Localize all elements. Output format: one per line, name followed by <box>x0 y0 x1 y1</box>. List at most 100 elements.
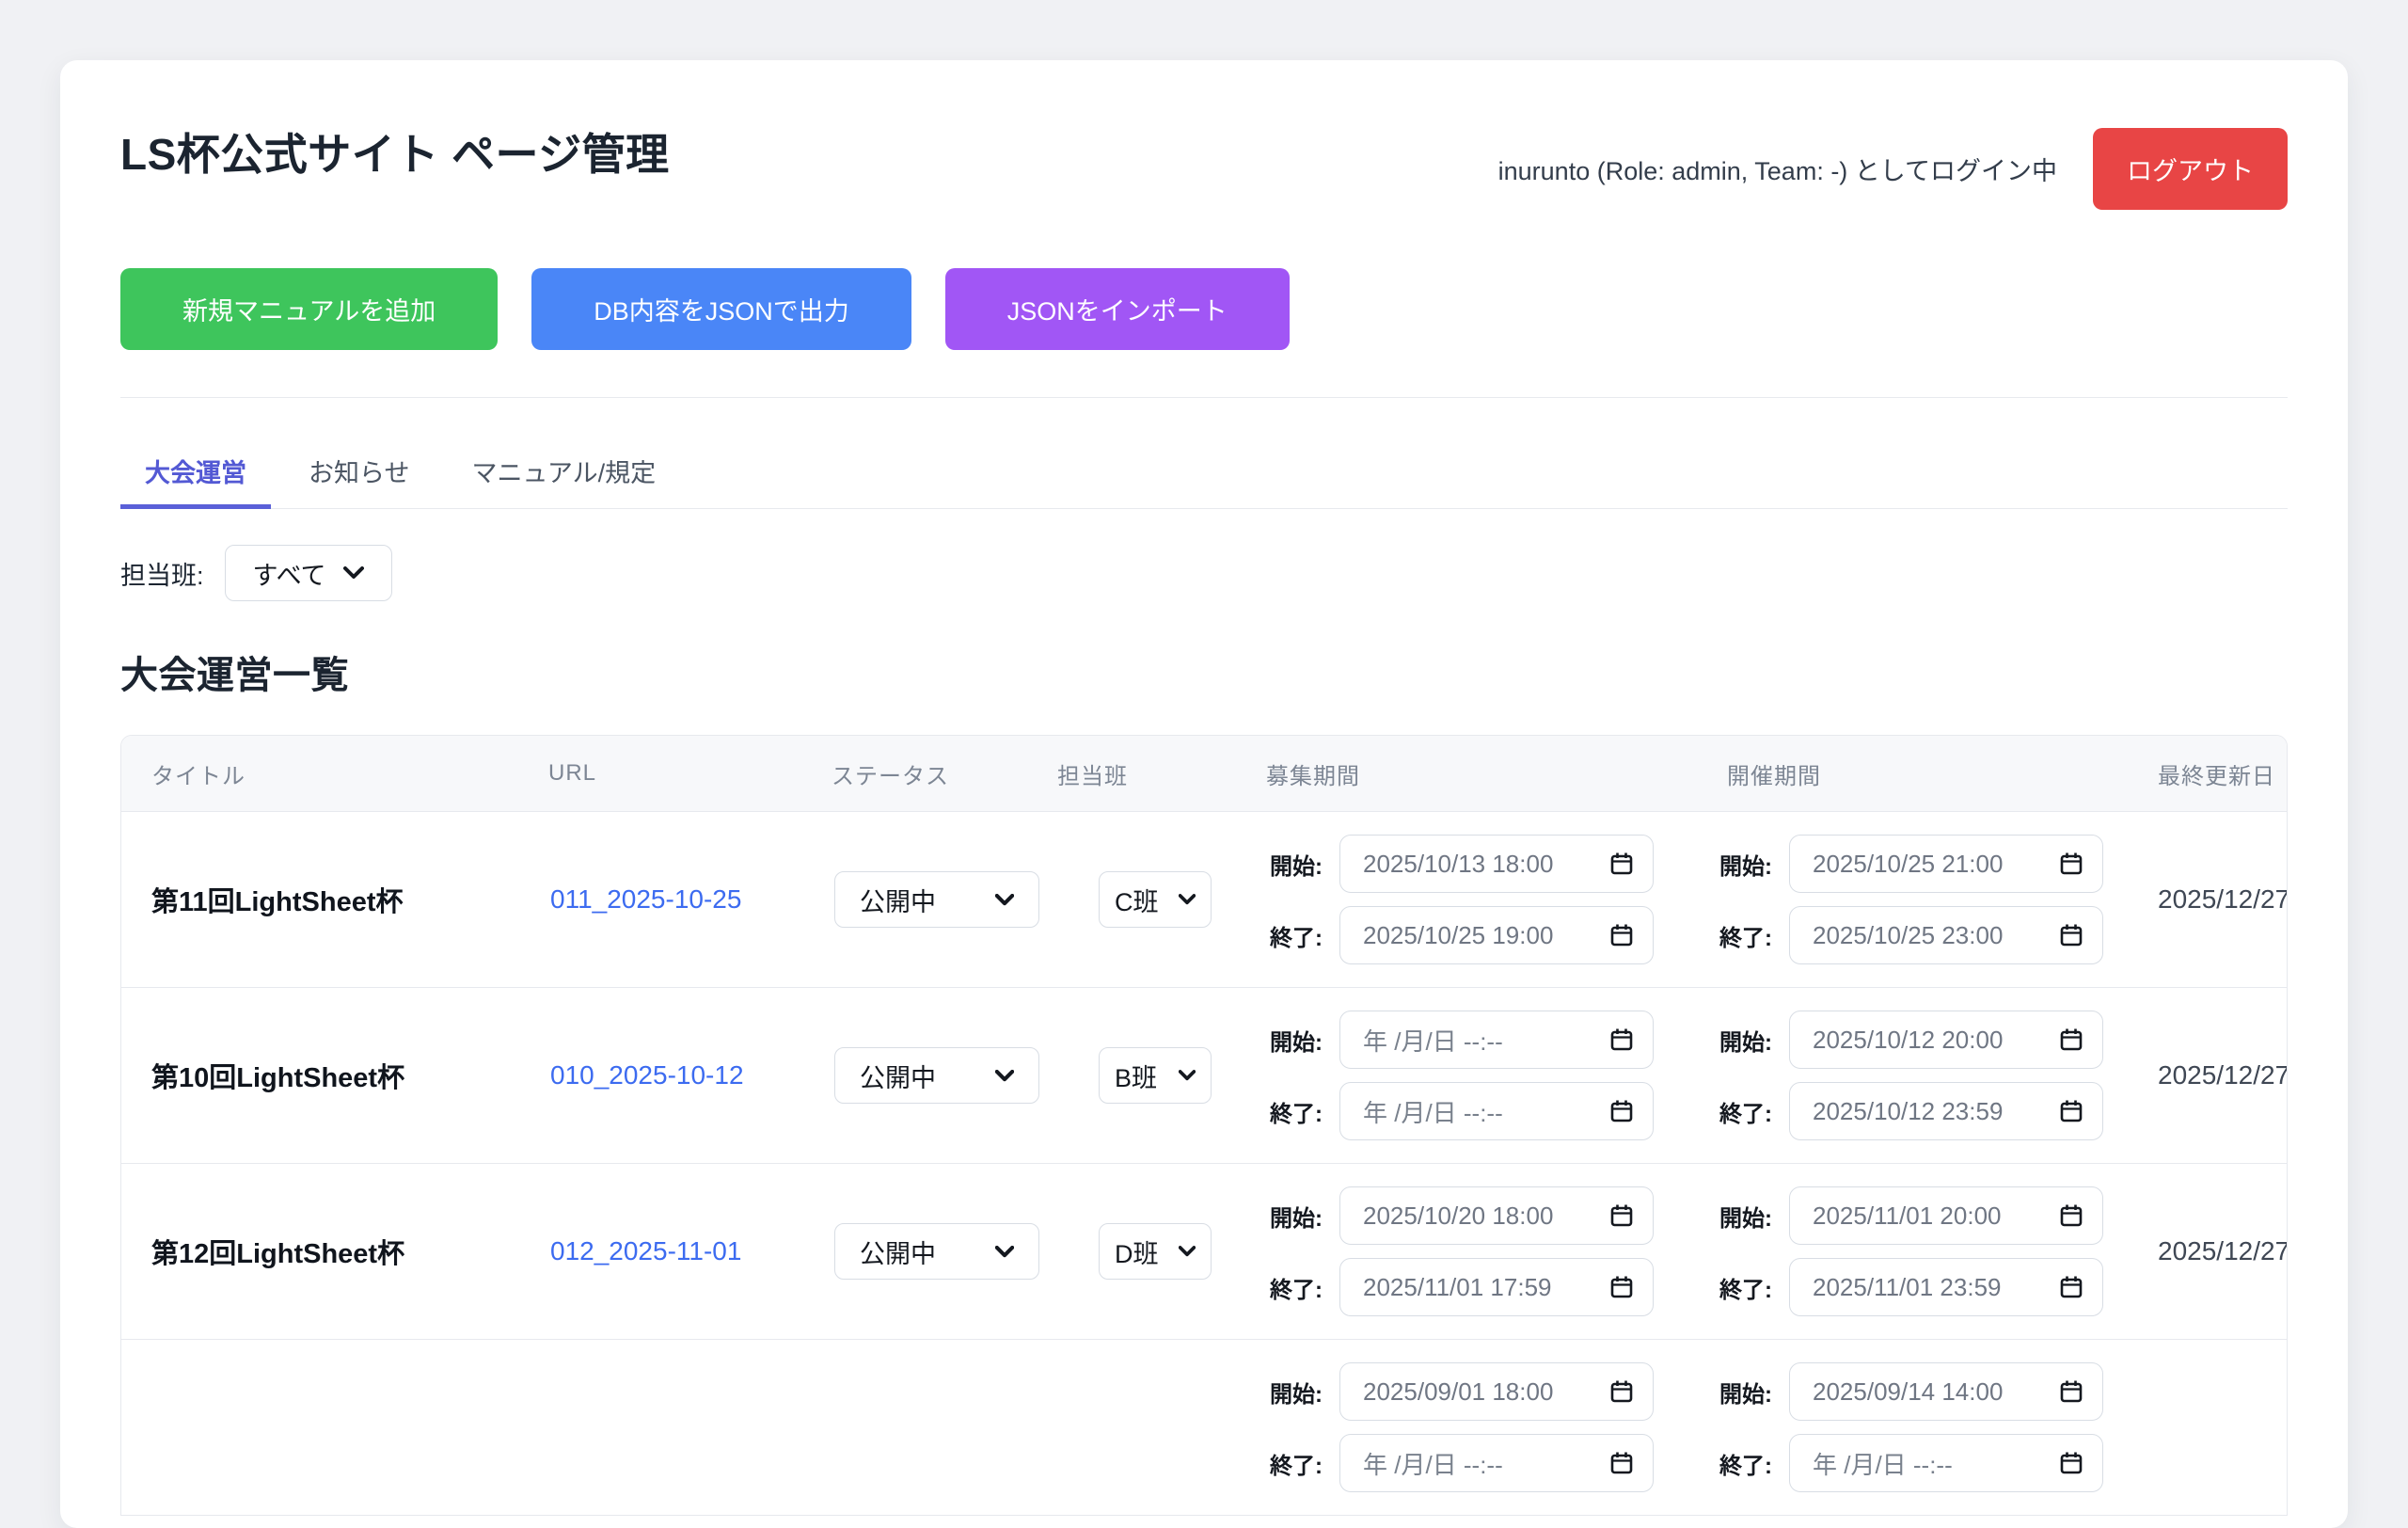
event-period-cell: 開始: 2025/10/25 21:00 終了: 2025/10/25 23:0… <box>1697 835 2158 964</box>
start-label: 開始: <box>1270 1024 1334 1057</box>
calendar-icon <box>2059 1203 2083 1228</box>
end-label: 終了: <box>1719 1271 1783 1304</box>
chevron-down-icon <box>995 1070 1014 1082</box>
calendar-icon <box>1609 923 1634 947</box>
tab-tournament[interactable]: 大会運営 <box>120 436 271 509</box>
divider <box>120 397 2288 398</box>
event-start-input[interactable]: 2025/10/25 21:00 <box>1789 835 2103 893</box>
updated-date: 2025/12/27 <box>2158 1236 2288 1266</box>
table-row: 開始: 2025/09/01 18:00 終了: 年 /月/日 --:-- 開始… <box>121 1339 2288 1515</box>
start-label: 開始: <box>1719 1200 1783 1233</box>
logout-button[interactable]: ログアウト <box>2093 128 2288 210</box>
recruit-end-input[interactable]: 2025/10/25 19:00 <box>1339 906 1654 964</box>
status-select[interactable]: 公開中 <box>834 1047 1039 1104</box>
chevron-down-icon <box>995 894 1014 906</box>
chevron-down-icon <box>995 1246 1014 1258</box>
team-filter-value: すべて <box>253 555 326 592</box>
status-value: 公開中 <box>860 1058 936 1094</box>
import-json-button[interactable]: JSONをインポート <box>945 268 1290 350</box>
add-manual-button[interactable]: 新規マニュアルを追加 <box>120 268 498 350</box>
event-end-input[interactable]: 2025/10/25 23:00 <box>1789 906 2103 964</box>
col-header-updated: 最終更新日 <box>2158 757 2288 790</box>
event-period-cell: 開始: 2025/11/01 20:00 終了: 2025/11/01 23:5… <box>1697 1186 2158 1316</box>
end-label: 終了: <box>1270 1447 1334 1480</box>
col-header-url: URL <box>526 760 832 787</box>
start-label: 開始: <box>1270 848 1334 881</box>
event-end-input[interactable]: 2025/11/01 23:59 <box>1789 1258 2103 1316</box>
end-label: 終了: <box>1270 1271 1334 1304</box>
event-period-cell: 開始: 2025/09/14 14:00 終了: 年 /月/日 --:-- <box>1697 1362 2158 1492</box>
tab-manual[interactable]: マニュアル/規定 <box>447 436 680 509</box>
recruit-end-input[interactable]: 年 /月/日 --:-- <box>1339 1082 1654 1140</box>
team-value: B班 <box>1115 1058 1157 1094</box>
page-title: LS杯公式サイト ページ管理 <box>120 126 670 183</box>
col-header-event: 開催期間 <box>1697 757 2158 790</box>
end-label: 終了: <box>1270 1095 1334 1128</box>
team-select[interactable]: C班 <box>1099 871 1212 928</box>
table-row: 第12回LightSheet杯 012_2025-11-01 公開中 D班 開始… <box>121 1163 2288 1339</box>
tab-news[interactable]: お知らせ <box>284 436 434 509</box>
end-label: 終了: <box>1719 1095 1783 1128</box>
start-label: 開始: <box>1270 1376 1334 1409</box>
chevron-down-icon <box>1179 1070 1196 1081</box>
status-value: 公開中 <box>860 882 936 918</box>
calendar-icon <box>1609 1275 1634 1299</box>
calendar-icon <box>1609 1099 1634 1123</box>
updated-date: 2025/12/27 <box>2158 884 2288 915</box>
recruit-end-input[interactable]: 年 /月/日 --:-- <box>1339 1434 1654 1492</box>
calendar-icon <box>1609 852 1634 876</box>
recruit-period-cell: 開始: 2025/10/13 18:00 終了: 2025/10/25 19:0… <box>1236 835 1697 964</box>
team-filter-label: 担当班: <box>120 555 204 592</box>
col-header-title: タイトル <box>121 757 526 790</box>
start-label: 開始: <box>1719 1024 1783 1057</box>
recruit-start-input[interactable]: 2025/09/01 18:00 <box>1339 1362 1654 1421</box>
team-filter-select[interactable]: すべて <box>225 545 392 601</box>
header-right: inurunto (Role: admin, Team: -) としてログイン中… <box>1498 128 2288 210</box>
event-period-cell: 開始: 2025/10/12 20:00 終了: 2025/10/12 23:5… <box>1697 1011 2158 1140</box>
team-value: C班 <box>1115 882 1159 918</box>
calendar-icon <box>2059 1451 2083 1475</box>
login-status: inurunto (Role: admin, Team: -) としてログイン中 <box>1498 151 2057 187</box>
recruit-start-input[interactable]: 年 /月/日 --:-- <box>1339 1011 1654 1069</box>
recruit-end-input[interactable]: 2025/11/01 17:59 <box>1339 1258 1654 1316</box>
status-select[interactable]: 公開中 <box>834 1223 1039 1280</box>
end-label: 終了: <box>1719 1447 1783 1480</box>
event-start-input[interactable]: 2025/10/12 20:00 <box>1789 1011 2103 1069</box>
status-select[interactable]: 公開中 <box>834 871 1039 928</box>
calendar-icon <box>1609 1203 1634 1228</box>
export-json-button[interactable]: DB内容をJSONで出力 <box>531 268 911 350</box>
row-title: 第11回LightSheet杯 <box>121 880 526 919</box>
page-url-link[interactable]: 012_2025-11-01 <box>550 1236 741 1265</box>
event-end-input[interactable]: 年 /月/日 --:-- <box>1789 1434 2103 1492</box>
calendar-icon <box>1609 1379 1634 1404</box>
tournament-table: タイトル URL ステータス 担当班 募集期間 開催期間 最終更新日 第11回L… <box>120 735 2288 1516</box>
row-title: 第10回LightSheet杯 <box>121 1056 526 1095</box>
table-row: 第11回LightSheet杯 011_2025-10-25 公開中 C班 開始… <box>121 811 2288 987</box>
team-filter: 担当班: すべて <box>120 545 2288 601</box>
tab-bar: 大会運営 お知らせ マニュアル/規定 <box>120 436 2288 509</box>
team-select[interactable]: D班 <box>1099 1223 1212 1280</box>
recruit-period-cell: 開始: 2025/10/20 18:00 終了: 2025/11/01 17:5… <box>1236 1186 1697 1316</box>
updated-date: 2025/12/27 <box>2158 1060 2288 1090</box>
col-header-status: ステータス <box>832 757 1057 790</box>
recruit-start-input[interactable]: 2025/10/20 18:00 <box>1339 1186 1654 1245</box>
recruit-start-input[interactable]: 2025/10/13 18:00 <box>1339 835 1654 893</box>
calendar-icon <box>2059 1027 2083 1052</box>
chevron-down-icon <box>343 566 364 580</box>
team-value: D班 <box>1115 1234 1159 1270</box>
calendar-icon <box>2059 1275 2083 1299</box>
chevron-down-icon <box>1179 894 1196 905</box>
admin-card: LS杯公式サイト ページ管理 inurunto (Role: admin, Te… <box>60 60 2348 1528</box>
recruit-period-cell: 開始: 年 /月/日 --:-- 終了: 年 /月/日 --:-- <box>1236 1011 1697 1140</box>
event-start-input[interactable]: 2025/09/14 14:00 <box>1789 1362 2103 1421</box>
team-select[interactable]: B班 <box>1099 1047 1212 1104</box>
event-end-input[interactable]: 2025/10/12 23:59 <box>1789 1082 2103 1140</box>
page-url-link[interactable]: 010_2025-10-12 <box>550 1060 744 1090</box>
calendar-icon <box>2059 1379 2083 1404</box>
status-value: 公開中 <box>860 1234 936 1270</box>
event-start-input[interactable]: 2025/11/01 20:00 <box>1789 1186 2103 1245</box>
start-label: 開始: <box>1270 1200 1334 1233</box>
start-label: 開始: <box>1719 848 1783 881</box>
calendar-icon <box>2059 1099 2083 1123</box>
page-url-link[interactable]: 011_2025-10-25 <box>550 884 741 914</box>
